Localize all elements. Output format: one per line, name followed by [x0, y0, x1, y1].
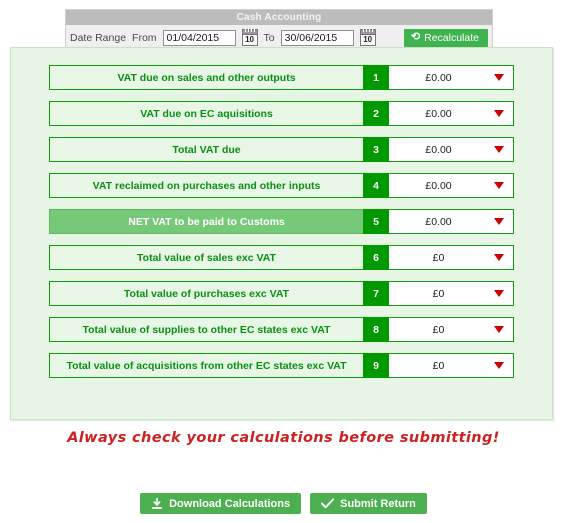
refresh-icon: ⟳ [410, 31, 421, 43]
vat-row-value-dropdown[interactable]: £0.00 [389, 209, 514, 234]
from-label: From [132, 31, 157, 44]
chevron-down-icon[interactable] [494, 218, 504, 225]
download-calculations-button[interactable]: Download Calculations [140, 493, 302, 514]
chevron-down-icon[interactable] [494, 146, 504, 153]
vat-row-number-badge: 6 [363, 245, 389, 270]
vat-row-value-dropdown[interactable]: £0 [389, 281, 514, 306]
header-title-bar: Cash Accounting [66, 10, 492, 25]
warning-note: Always check your calculations before su… [67, 430, 500, 446]
vat-row-value: £0.00 [425, 179, 452, 192]
calendar-day-number: 10 [245, 35, 254, 44]
vat-row-value-dropdown[interactable]: £0 [389, 245, 514, 270]
vat-row-value: £0 [432, 323, 445, 336]
date-range-label: Date Range [70, 31, 127, 44]
vat-row-number-badge: 2 [363, 101, 389, 126]
vat-row-number-badge: 4 [363, 173, 389, 198]
vat-row-label: VAT reclaimed on purchases and other inp… [49, 173, 363, 198]
vat-row-number-badge: 9 [363, 353, 389, 378]
to-label: To [263, 31, 275, 44]
calendar-day-number: 10 [363, 35, 373, 44]
vat-row: Total value of purchases exc VAT 7 £0 [49, 281, 514, 306]
vat-row-number-badge: 3 [363, 137, 389, 162]
vat-row-value: £0 [432, 287, 445, 300]
vat-row-value-dropdown[interactable]: £0 [389, 353, 514, 378]
from-date-input[interactable] [162, 29, 236, 46]
download-icon [151, 497, 163, 510]
vat-return-panel: VAT due on sales and other outputs 1 £0.00… [10, 47, 553, 420]
from-calendar-icon[interactable]: 10 [241, 29, 258, 46]
to-date-input[interactable] [280, 29, 354, 46]
vat-row-value: £0.00 [425, 107, 452, 120]
vat-row: VAT due on sales and other outputs 1 £0.00 [49, 65, 514, 90]
chevron-down-icon[interactable] [494, 74, 504, 81]
submit-return-button[interactable]: Submit Return [310, 493, 427, 514]
chevron-down-icon[interactable] [494, 254, 504, 261]
chevron-down-icon[interactable] [494, 362, 504, 369]
chevron-down-icon[interactable] [494, 326, 504, 333]
vat-row: NET VAT to be paid to Customs 5 £0.00 [49, 209, 514, 234]
vat-row: Total VAT due 3 £0.00 [49, 137, 514, 162]
vat-row-number-badge: 8 [363, 317, 389, 342]
submit-return-label: Submit Return [340, 497, 416, 510]
vat-row-label: VAT due on EC aquisitions [49, 101, 363, 126]
download-calculations-label: Download Calculations [169, 497, 291, 510]
vat-row-label: NET VAT to be paid to Customs [49, 209, 363, 234]
recalculate-button[interactable]: ⟳ Recalculate [403, 28, 488, 47]
action-bar: Download Calculations Submit Return [0, 493, 567, 514]
vat-row-label: Total value of sales exc VAT [49, 245, 363, 270]
vat-row-label: VAT due on sales and other outputs [49, 65, 363, 90]
vat-row-value-dropdown[interactable]: £0 [389, 317, 514, 342]
vat-row: Total value of acquisitions from other E… [49, 353, 514, 378]
vat-row-label: Total VAT due [49, 137, 363, 162]
vat-row-value-dropdown[interactable]: £0.00 [389, 101, 514, 126]
vat-row: Total value of supplies to other EC stat… [49, 317, 514, 342]
vat-row-number-badge: 7 [363, 281, 389, 306]
vat-row-value: £0 [432, 359, 445, 372]
chevron-down-icon[interactable] [494, 182, 504, 189]
chevron-down-icon[interactable] [494, 110, 504, 117]
vat-row-value: £0 [432, 251, 445, 264]
vat-row-value: £0.00 [425, 71, 452, 84]
chevron-down-icon[interactable] [494, 290, 504, 297]
vat-row-label: Total value of purchases exc VAT [49, 281, 363, 306]
vat-row-value-dropdown[interactable]: £0.00 [389, 173, 514, 198]
vat-row: VAT reclaimed on purchases and other inp… [49, 173, 514, 198]
vat-row: Total value of sales exc VAT 6 £0 [49, 245, 514, 270]
vat-row-number-badge: 5 [363, 209, 389, 234]
vat-row-value: £0.00 [425, 143, 452, 156]
vat-row-value-dropdown[interactable]: £0.00 [389, 65, 514, 90]
check-icon [321, 498, 335, 509]
vat-row-number-badge: 1 [363, 65, 389, 90]
recalculate-label: Recalculate [424, 31, 479, 44]
to-calendar-icon[interactable]: 10 [359, 29, 376, 46]
vat-row-value: £0.00 [425, 215, 452, 228]
vat-row-label: Total value of supplies to other EC stat… [49, 317, 363, 342]
page-title: Cash Accounting [236, 12, 322, 23]
vat-row-label: Total value of acquisitions from other E… [49, 353, 363, 378]
vat-row-value-dropdown[interactable]: £0.00 [389, 137, 514, 162]
cash-accounting-header: Cash Accounting Date Range From 10 To 10… [65, 9, 493, 51]
vat-row: VAT due on EC aquisitions 2 £0.00 [49, 101, 514, 126]
